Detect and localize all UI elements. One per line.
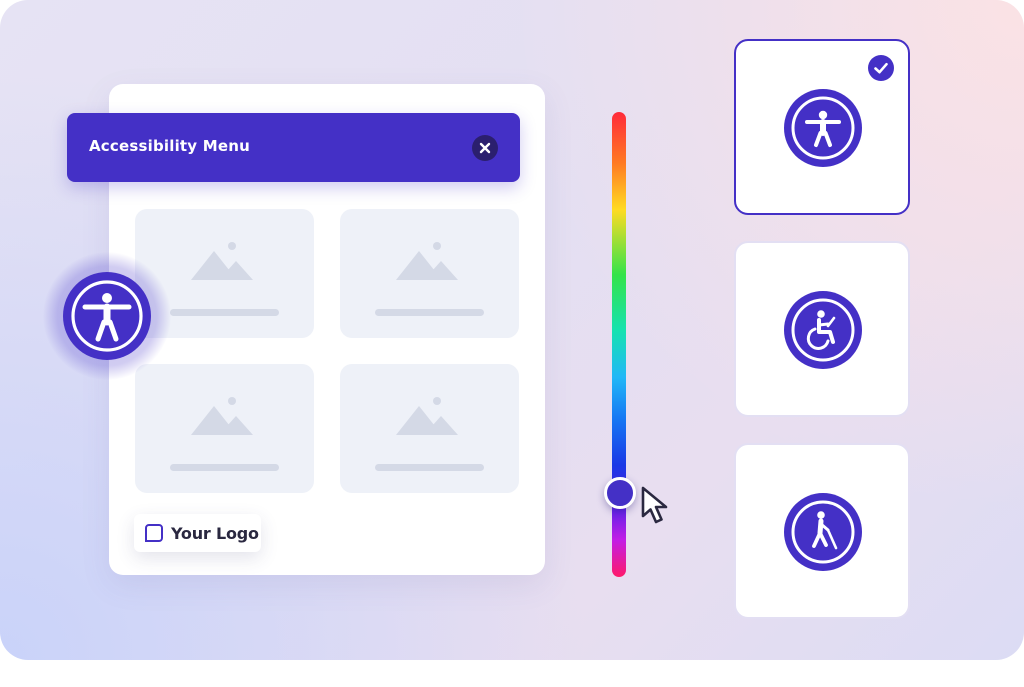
menu-title: Accessibility Menu [89, 137, 250, 155]
placeholder-card [340, 209, 519, 338]
illustration-canvas: Your Logo Accessibility Menu [0, 0, 1024, 660]
wheelchair-laptop-icon [784, 291, 862, 369]
your-logo-badge: Your Logo [134, 514, 261, 552]
selected-check-badge [868, 55, 894, 81]
checkmark-icon [874, 62, 888, 74]
mouse-pointer-icon [641, 486, 668, 524]
accessibility-person-icon [784, 89, 862, 167]
option-card-wheelchair[interactable] [734, 241, 910, 417]
accessibility-trigger-button[interactable] [43, 252, 171, 380]
image-placeholder-icon [375, 242, 484, 316]
close-button[interactable] [472, 135, 498, 161]
image-placeholder-icon [375, 397, 484, 471]
accessibility-person-icon [63, 272, 151, 360]
blind-cane-icon [784, 493, 862, 571]
option-card-accessibility[interactable] [734, 39, 910, 215]
placeholder-card [135, 364, 314, 493]
logo-text: Your Logo [171, 524, 259, 543]
option-card-vision[interactable] [734, 443, 910, 619]
close-icon [479, 142, 491, 154]
color-slider-handle[interactable] [604, 477, 636, 510]
logo-mark-icon [145, 524, 163, 542]
accessibility-menu-header: Accessibility Menu [67, 113, 520, 182]
placeholder-card [340, 364, 519, 493]
image-placeholder-icon [170, 397, 279, 471]
